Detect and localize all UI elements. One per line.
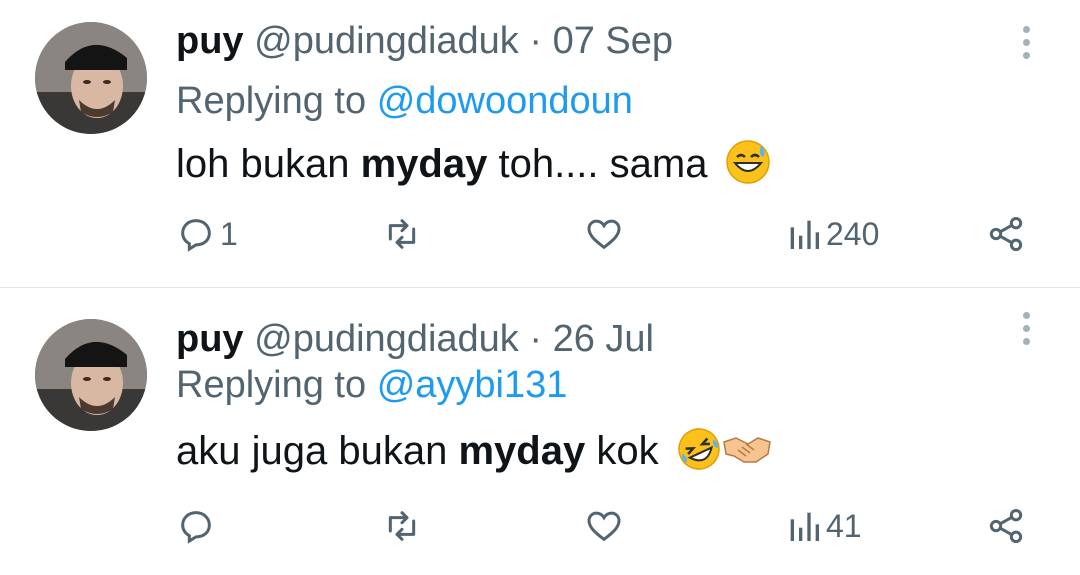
like-button[interactable] <box>584 214 628 254</box>
avatar-image <box>35 319 147 431</box>
replying-to-label: Replying to <box>176 364 367 406</box>
tweet-date[interactable]: 26 Jul <box>553 318 654 360</box>
reply-icon <box>181 511 211 544</box>
reply-button[interactable] <box>176 506 220 546</box>
separator-dot: · <box>529 20 543 62</box>
views-button[interactable]: 41 <box>786 506 862 546</box>
user-handle[interactable]: @pudingdiaduk <box>254 20 519 62</box>
sweat-smile-emoji <box>725 139 771 197</box>
text-part: aku juga bukan <box>176 429 459 473</box>
tweet-text: aku juga bukan myday kok <box>176 426 772 484</box>
views-count: 240 <box>826 215 880 252</box>
tweet[interactable]: puy @pudingdiaduk · 26 Jul Replying to @… <box>0 288 1080 575</box>
retweet-icon <box>388 219 416 249</box>
views-icon <box>790 220 819 249</box>
share-icon <box>989 509 1023 543</box>
rolling-laughing-emoji <box>676 426 722 484</box>
tweet-header: puy @pudingdiaduk · 07 Sep <box>176 18 673 64</box>
avatar[interactable] <box>35 319 147 431</box>
reply-count: 1 <box>220 215 238 252</box>
replying-to-label: Replying to <box>176 80 367 122</box>
reply-context: Replying to @ayybi131 <box>176 362 567 408</box>
views-button[interactable]: 240 <box>786 214 879 254</box>
text-bold: myday <box>458 429 586 473</box>
share-button[interactable] <box>986 214 1026 254</box>
avatar[interactable] <box>35 22 147 134</box>
like-button[interactable] <box>584 506 628 546</box>
retweet-button[interactable] <box>382 506 426 546</box>
more-options-icon[interactable] <box>1020 312 1032 348</box>
user-handle[interactable]: @pudingdiaduk <box>254 318 519 360</box>
reply-icon <box>181 219 211 252</box>
action-bar: 1 240 <box>0 214 1080 264</box>
views-icon <box>790 512 819 541</box>
display-name[interactable]: puy <box>176 20 244 62</box>
separator-dot: · <box>529 318 543 360</box>
avatar-image <box>35 22 147 134</box>
reply-mention-link[interactable]: @dowoondoun <box>377 80 633 122</box>
reply-button[interactable]: 1 <box>176 214 238 254</box>
retweet-button[interactable] <box>382 214 426 254</box>
heart-icon <box>587 219 621 250</box>
tweet-header: puy @pudingdiaduk · 26 Jul <box>176 316 654 362</box>
views-count: 41 <box>826 507 862 544</box>
more-options-icon[interactable] <box>1020 26 1032 62</box>
share-icon <box>989 217 1023 251</box>
handshake-emoji <box>722 426 772 484</box>
tweet-date[interactable]: 07 Sep <box>553 20 673 62</box>
action-bar: 41 <box>0 506 1080 556</box>
reply-context: Replying to @dowoondoun <box>176 78 633 124</box>
retweet-icon <box>388 511 416 541</box>
display-name[interactable]: puy <box>176 318 244 360</box>
text-bold: myday <box>360 142 488 186</box>
heart-icon <box>587 511 621 542</box>
share-button[interactable] <box>986 506 1026 546</box>
text-part: kok <box>585 429 659 473</box>
tweet-text: loh bukan myday toh.... sama <box>176 139 771 197</box>
tweet[interactable]: puy @pudingdiaduk · 07 Sep Replying to @… <box>0 0 1080 288</box>
text-part: toh.... sama <box>487 142 708 186</box>
text-part: loh bukan <box>176 142 361 186</box>
reply-mention-link[interactable]: @ayybi131 <box>377 364 568 406</box>
